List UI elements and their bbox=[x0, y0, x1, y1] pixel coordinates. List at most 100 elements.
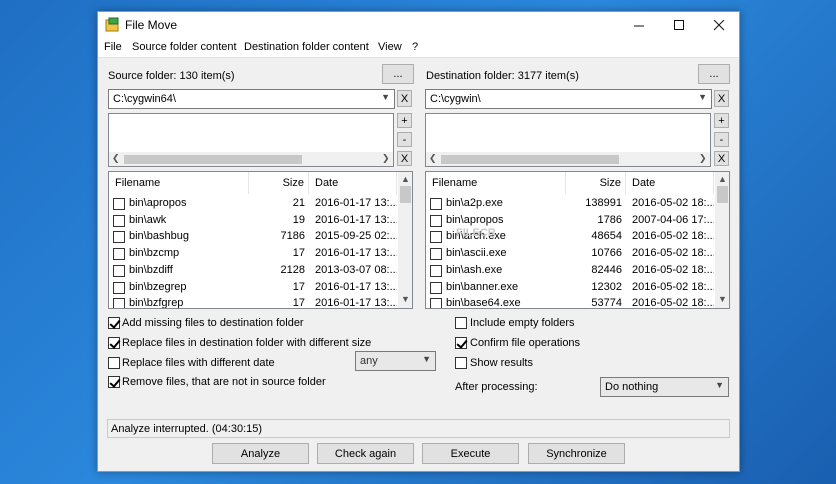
file-row[interactable]: bin\ascii.exe 10766 2016-05-02 18:... bbox=[426, 245, 729, 262]
destination-path-clear-button[interactable]: X bbox=[714, 90, 729, 107]
analyze-button[interactable]: Analyze bbox=[212, 443, 309, 464]
scroll-up-icon[interactable]: ▲ bbox=[401, 174, 410, 184]
file-row[interactable]: bin\base64.exe 53774 2016-05-02 18:... bbox=[426, 295, 729, 309]
add-missing-checkbox[interactable] bbox=[108, 317, 120, 329]
source-path-combo[interactable]: C:\cygwin64\ ▼ bbox=[108, 89, 395, 109]
destination-list-hscrollbar[interactable]: ❮ ❯ bbox=[426, 152, 710, 166]
file-row[interactable]: bin\bzcmp 17 2016-01-17 13:... bbox=[109, 245, 412, 262]
replace-size-checkbox[interactable] bbox=[108, 337, 120, 349]
file-row[interactable]: bin\bzdiff 2128 2013-03-07 08:... bbox=[109, 262, 412, 279]
scroll-left-icon[interactable]: ❮ bbox=[112, 153, 120, 164]
execute-button[interactable]: Execute bbox=[422, 443, 519, 464]
source-clear-list-button[interactable]: X bbox=[397, 151, 412, 166]
file-row-checkbox[interactable] bbox=[430, 264, 442, 277]
column-header-date[interactable]: Date bbox=[626, 172, 714, 194]
destination-folder-label: Destination folder: 3177 item(s) bbox=[426, 70, 579, 82]
date-mode-select[interactable]: any ▼ bbox=[355, 351, 436, 371]
source-list-vscrollbar[interactable]: ▲ ▼ bbox=[398, 172, 412, 308]
file-row-checkbox[interactable] bbox=[430, 214, 442, 227]
show-results-label[interactable]: Show results bbox=[470, 357, 533, 369]
file-row-checkbox[interactable] bbox=[113, 264, 125, 277]
destination-hscroll-thumb[interactable] bbox=[441, 155, 619, 164]
file-row[interactable]: bin\banner.exe 12302 2016-05-02 18:... bbox=[426, 279, 729, 296]
scroll-down-icon[interactable]: ▼ bbox=[401, 294, 410, 304]
add-missing-label[interactable]: Add missing files to destination folder bbox=[122, 317, 304, 329]
destination-list-vscrollbar[interactable]: ▲ ▼ bbox=[715, 172, 729, 308]
file-size: 12302 bbox=[591, 280, 622, 293]
file-row-checkbox[interactable] bbox=[113, 281, 125, 294]
show-results-checkbox[interactable] bbox=[455, 357, 467, 369]
file-date: 2016-05-02 18:... bbox=[632, 197, 714, 209]
source-remove-button[interactable]: - bbox=[397, 132, 412, 147]
source-browse-button[interactable]: ... bbox=[382, 64, 414, 84]
file-size: 48654 bbox=[591, 230, 622, 243]
file-row-checkbox[interactable] bbox=[113, 231, 125, 244]
file-row[interactable]: bin\apropos 21 2016-01-17 13:... bbox=[109, 195, 412, 212]
column-header-date[interactable]: Date bbox=[309, 172, 397, 194]
column-header-filename[interactable]: Filename bbox=[109, 172, 249, 194]
confirm-ops-checkbox[interactable] bbox=[455, 337, 467, 349]
destination-remove-button[interactable]: - bbox=[714, 132, 729, 147]
source-file-list[interactable]: Filename Size Date bin\apropos 21 2016-01-… bbox=[108, 171, 413, 309]
include-empty-checkbox[interactable] bbox=[455, 317, 467, 329]
file-row[interactable]: bin\bashbug 7186 2015-09-25 02:... bbox=[109, 228, 412, 245]
menu-source-folder-content[interactable]: Source folder content bbox=[132, 41, 237, 53]
file-row-checkbox[interactable] bbox=[430, 298, 442, 308]
include-empty-label[interactable]: Include empty folders bbox=[470, 317, 575, 329]
remove-files-checkbox[interactable] bbox=[108, 376, 120, 388]
column-header-filename[interactable]: Filename bbox=[426, 172, 566, 194]
source-folder-listbox[interactable]: ❮ ❯ bbox=[108, 113, 394, 167]
file-row[interactable]: bin\awk 19 2016-01-17 13:... bbox=[109, 212, 412, 229]
destination-folder-listbox[interactable]: ❮ ❯ bbox=[425, 113, 711, 167]
maximize-button[interactable] bbox=[659, 12, 699, 38]
file-row-checkbox[interactable] bbox=[430, 198, 442, 210]
file-row[interactable]: bin\bzfgrep 17 2016-01-17 13:... bbox=[109, 295, 412, 308]
scroll-right-icon[interactable]: ❯ bbox=[699, 153, 707, 164]
scroll-left-icon[interactable]: ❮ bbox=[429, 153, 437, 164]
source-vscroll-thumb[interactable] bbox=[400, 186, 411, 203]
file-name: bin\base64.exe bbox=[446, 297, 521, 309]
file-row[interactable]: bin\a2p.exe 138991 2016-05-02 18:... bbox=[426, 195, 729, 212]
source-path-clear-button[interactable]: X bbox=[397, 90, 412, 107]
file-row-checkbox[interactable] bbox=[430, 231, 442, 244]
scroll-down-icon[interactable]: ▼ bbox=[718, 294, 727, 304]
menu-file[interactable]: File bbox=[104, 41, 122, 53]
minimize-button[interactable] bbox=[619, 12, 659, 38]
menu-view[interactable]: View bbox=[378, 41, 402, 53]
file-row-checkbox[interactable] bbox=[113, 198, 125, 210]
after-processing-select[interactable]: Do nothing ▼ bbox=[600, 377, 729, 397]
destination-path-combo[interactable]: C:\cygwin\ ▼ bbox=[425, 89, 712, 109]
file-row-checkbox[interactable] bbox=[430, 248, 442, 261]
menu-help[interactable]: ? bbox=[412, 41, 418, 53]
synchronize-button[interactable]: Synchronize bbox=[528, 443, 625, 464]
destination-add-button[interactable]: + bbox=[714, 113, 729, 128]
scroll-up-icon[interactable]: ▲ bbox=[718, 174, 727, 184]
replace-size-label[interactable]: Replace files in destination folder with… bbox=[122, 337, 371, 349]
window-title: File Move bbox=[125, 18, 178, 32]
confirm-ops-label[interactable]: Confirm file operations bbox=[470, 337, 580, 349]
replace-date-checkbox[interactable] bbox=[108, 357, 120, 369]
source-list-hscrollbar[interactable]: ❮ ❯ bbox=[109, 152, 393, 166]
file-row-checkbox[interactable] bbox=[113, 298, 125, 308]
destination-vscroll-thumb[interactable] bbox=[717, 186, 728, 203]
file-row[interactable]: bin\ash.exe 82446 2016-05-02 18:... bbox=[426, 262, 729, 279]
file-row-checkbox[interactable] bbox=[430, 281, 442, 294]
source-add-button[interactable]: + bbox=[397, 113, 412, 128]
source-hscroll-thumb[interactable] bbox=[124, 155, 302, 164]
close-button[interactable] bbox=[699, 12, 739, 38]
destination-file-list[interactable]: Filename Size Date bin\a2p.exe 138991 2016… bbox=[425, 171, 730, 309]
destination-clear-list-button[interactable]: X bbox=[714, 151, 729, 166]
remove-files-label[interactable]: Remove files, that are not in source fol… bbox=[122, 376, 326, 388]
scroll-right-icon[interactable]: ❯ bbox=[382, 153, 390, 164]
replace-date-label[interactable]: Replace files with different date bbox=[122, 357, 275, 369]
menu-destination-folder-content[interactable]: Destination folder content bbox=[244, 41, 369, 53]
source-path-value: C:\cygwin64\ bbox=[113, 93, 176, 105]
file-row-checkbox[interactable] bbox=[113, 214, 125, 227]
column-header-size[interactable]: Size bbox=[566, 172, 626, 194]
destination-browse-button[interactable]: ... bbox=[698, 64, 730, 84]
file-row[interactable]: bin\bzegrep 17 2016-01-17 13:... bbox=[109, 279, 412, 296]
file-size: 2128 bbox=[280, 263, 305, 276]
column-header-size[interactable]: Size bbox=[249, 172, 309, 194]
file-row-checkbox[interactable] bbox=[113, 248, 125, 261]
check-again-button[interactable]: Check again bbox=[317, 443, 414, 464]
